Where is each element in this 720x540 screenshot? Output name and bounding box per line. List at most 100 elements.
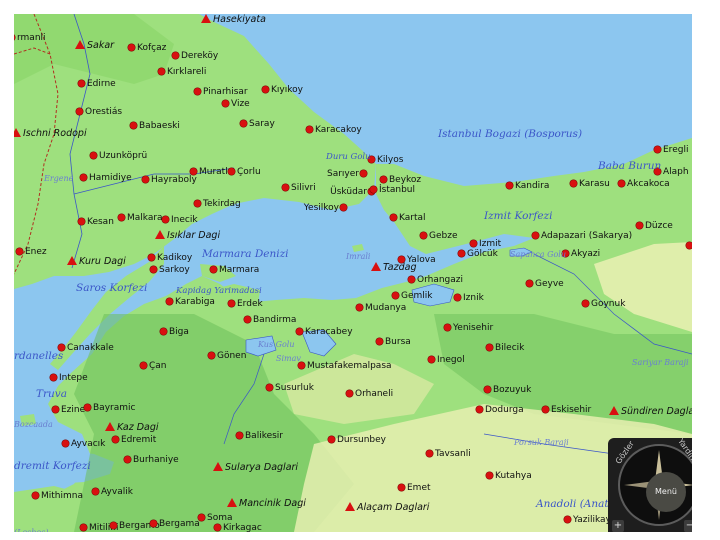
city-label: Edremit bbox=[121, 435, 157, 445]
city-label: Soma bbox=[207, 513, 233, 523]
city-label: Orestiás bbox=[85, 107, 123, 117]
city-label: Muratlı bbox=[199, 167, 231, 177]
water-label-sariyarbaraji: Sariyar Baraji bbox=[632, 358, 689, 367]
city-marker-icon bbox=[16, 248, 23, 255]
city-label: Vize bbox=[231, 99, 250, 109]
city-label: Orhangazi bbox=[417, 275, 464, 285]
zoom-out-button[interactable]: − bbox=[684, 520, 692, 532]
city-label: Karacakoy bbox=[315, 125, 362, 135]
city-marker-icon bbox=[128, 44, 135, 51]
city-marker-icon bbox=[618, 180, 625, 187]
peak-label: Sündiren Daglar bbox=[621, 406, 692, 417]
city-label: Alaph bbox=[663, 167, 689, 177]
city-marker-icon bbox=[190, 168, 197, 175]
city-marker-icon bbox=[172, 52, 179, 59]
city-label: Bergama bbox=[159, 519, 200, 529]
water-label-simav: Simav bbox=[276, 354, 301, 363]
city-label: Akyazi bbox=[571, 249, 601, 259]
city-marker-icon bbox=[454, 294, 461, 301]
city-marker-icon bbox=[130, 122, 137, 129]
city-marker-icon bbox=[532, 232, 539, 239]
map-viewport[interactable]: Kofçaz Dereköy Kırklareli Pinarhisar Kıyıkoy… bbox=[14, 14, 692, 532]
mountain-peak-icon bbox=[105, 422, 115, 431]
city-label: İstanbul bbox=[379, 185, 416, 195]
city-marker-icon bbox=[390, 214, 397, 221]
city-marker-icon bbox=[444, 324, 451, 331]
city-marker-icon bbox=[76, 108, 83, 115]
city-label: Gölcük bbox=[467, 249, 498, 259]
city-marker-icon bbox=[654, 146, 661, 153]
city-label: Kartal bbox=[399, 213, 426, 223]
water-label-porsuk: Porsuk Baraji bbox=[514, 438, 569, 447]
city-marker-icon bbox=[570, 180, 577, 187]
city-label: Ayvacık bbox=[71, 439, 106, 449]
city-marker-icon bbox=[118, 214, 125, 221]
water-label-imrali_w: Imrali bbox=[346, 252, 371, 261]
city-marker-icon bbox=[208, 352, 215, 359]
zoom-in-button[interactable]: + bbox=[612, 520, 624, 532]
compass-menu-button[interactable]: Menü bbox=[646, 472, 686, 512]
city-marker-icon bbox=[162, 216, 169, 223]
city-label: Kirkagac bbox=[223, 523, 262, 532]
city-label: Bursa bbox=[385, 337, 411, 347]
city-label: Izmit bbox=[479, 239, 502, 249]
city-label: Dereköy bbox=[181, 51, 219, 61]
city-label: Kilyos bbox=[377, 155, 404, 165]
city-label: Bayramic bbox=[93, 403, 136, 413]
map-canvas[interactable] bbox=[14, 14, 692, 532]
city-marker-icon bbox=[214, 524, 221, 531]
city-marker-icon bbox=[78, 218, 85, 225]
mountain-peak-icon bbox=[371, 262, 381, 271]
city-label: Silivri bbox=[291, 183, 316, 193]
city-label: Mudanya bbox=[365, 303, 407, 313]
city-label: Karasu bbox=[579, 179, 610, 189]
compass-ring[interactable]: Menü bbox=[618, 444, 692, 526]
city-label: Yenisehir bbox=[453, 323, 494, 333]
city-label: Erdek bbox=[237, 299, 263, 309]
city-label: Bilecik bbox=[495, 343, 525, 353]
city-label: Saray bbox=[249, 119, 275, 129]
city-label: Adapazari (Sakarya) bbox=[541, 231, 633, 241]
navigation-compass[interactable]: Menü Gözler Yardım + − bbox=[608, 437, 692, 532]
city-marker-icon bbox=[306, 126, 313, 133]
city-label: Pinarhisar bbox=[203, 87, 248, 97]
city-label: Orhaneli bbox=[355, 389, 394, 399]
city-label: Susurluk bbox=[275, 383, 314, 393]
city-label: Çan bbox=[149, 361, 167, 371]
city-marker-icon bbox=[222, 100, 229, 107]
mountain-peak-icon bbox=[14, 128, 21, 137]
city-label: Bozuyuk bbox=[493, 385, 532, 395]
city-label: Beykoz bbox=[389, 175, 422, 185]
mountain-peak-icon bbox=[609, 406, 619, 415]
peak-label: Kuru Dagi bbox=[79, 256, 126, 267]
city-label: Kofçaz bbox=[137, 43, 167, 53]
city-marker-icon bbox=[90, 152, 97, 159]
peak-label: Ischni Rodopi bbox=[23, 128, 87, 139]
mountain-peak-icon bbox=[155, 230, 165, 239]
city-marker-icon bbox=[636, 222, 643, 229]
city-label: Mithimna bbox=[41, 491, 83, 501]
city-marker-icon bbox=[686, 242, 692, 249]
city-label: Inegol bbox=[437, 355, 465, 365]
mountain-peak-icon bbox=[201, 14, 211, 23]
city-marker-icon bbox=[112, 436, 119, 443]
city-marker-icon bbox=[148, 254, 155, 261]
city-marker-icon bbox=[228, 300, 235, 307]
water-label-saroskorfezi: Saros Korfezi bbox=[76, 282, 148, 294]
city-label: Iznik bbox=[463, 293, 484, 303]
city-label: Biga bbox=[169, 327, 189, 337]
city-label: Eskisehir bbox=[551, 405, 592, 415]
peak-label: Sularya Daglari bbox=[225, 462, 299, 473]
city-marker-icon bbox=[428, 356, 435, 363]
water-label-baba: Baba Burun bbox=[598, 160, 662, 172]
city-label: Kutahya bbox=[495, 471, 532, 481]
city-marker-icon bbox=[340, 204, 347, 211]
city-label: Dodurga bbox=[485, 405, 524, 415]
city-label: rmanli bbox=[17, 33, 46, 43]
city-marker-icon bbox=[282, 184, 289, 191]
city-label: Emet bbox=[407, 483, 431, 493]
city-label: Goynuk bbox=[591, 299, 626, 309]
city-marker-icon bbox=[150, 266, 157, 273]
city-marker-icon bbox=[142, 176, 149, 183]
city-marker-icon bbox=[266, 384, 273, 391]
